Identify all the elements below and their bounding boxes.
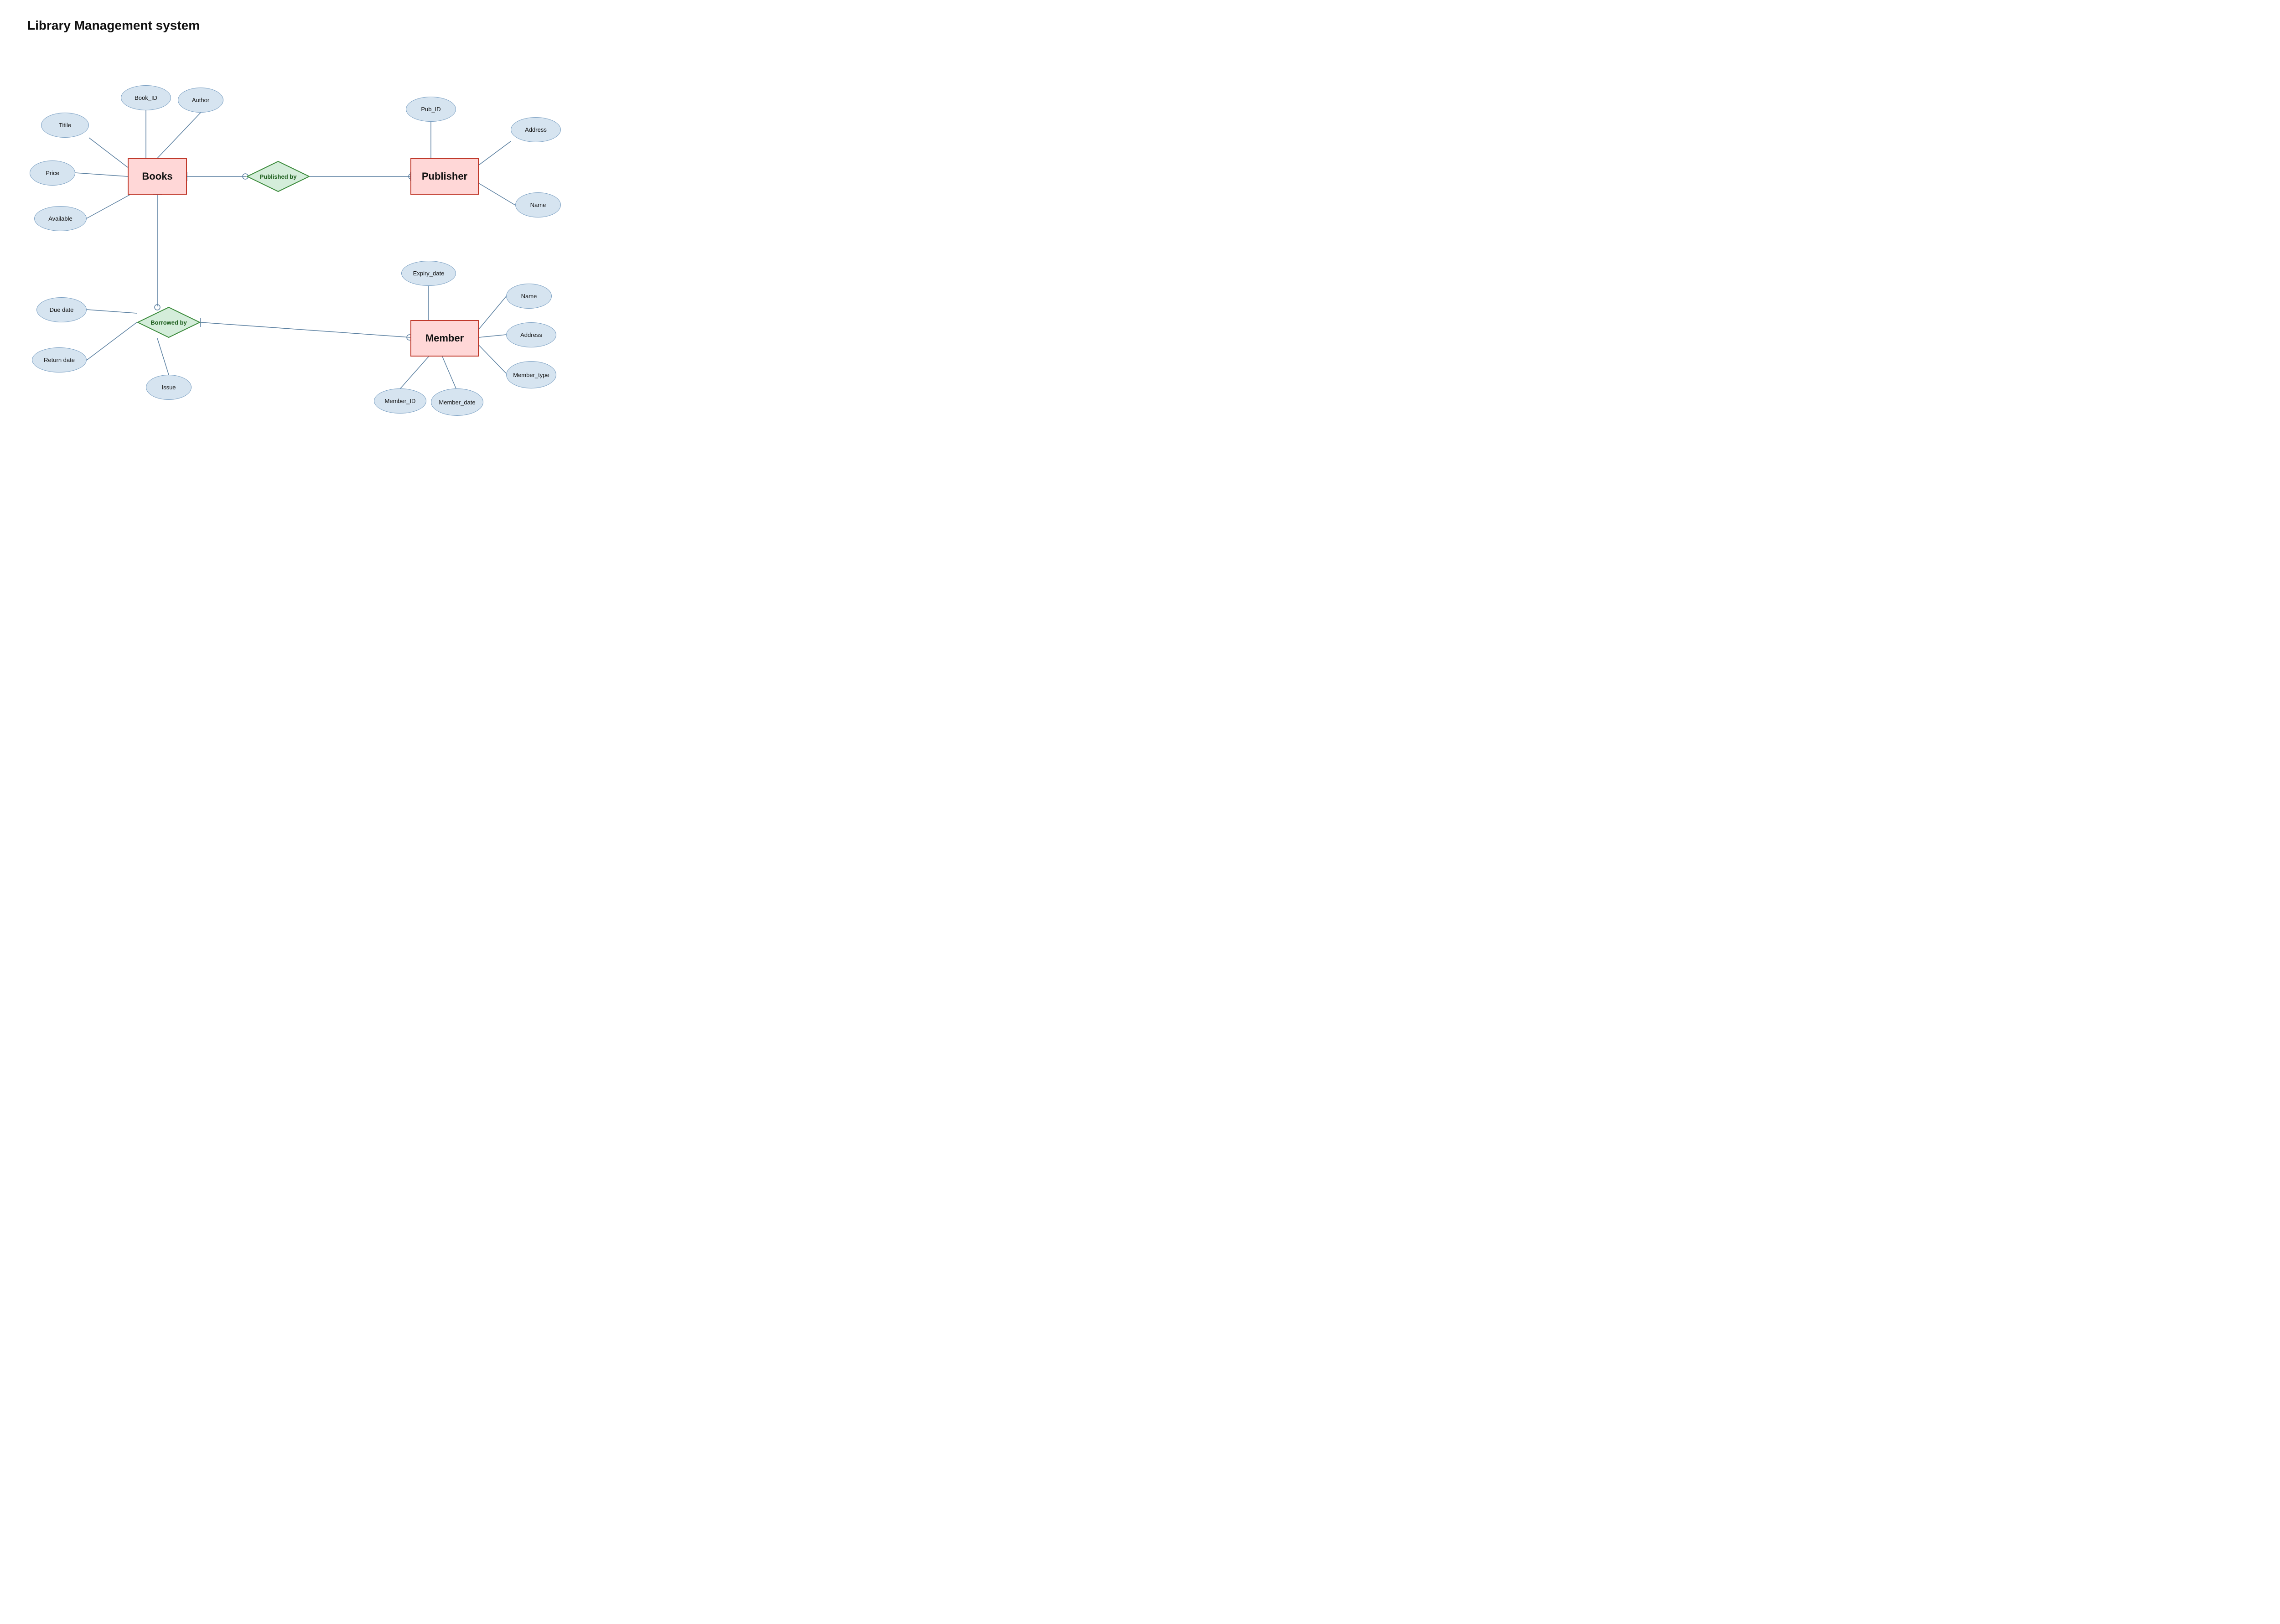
attr-book-id: Book_ID bbox=[121, 85, 171, 110]
attr-name-member-label: Name bbox=[521, 293, 537, 300]
attr-member-id-label: Member_ID bbox=[385, 398, 416, 404]
attr-author: Author bbox=[178, 88, 223, 113]
attr-title: Titile bbox=[41, 113, 89, 138]
entity-member[interactable]: Member bbox=[410, 320, 479, 357]
relationship-published-by-label: Published by bbox=[260, 173, 297, 180]
diagram-svg bbox=[0, 37, 593, 420]
relationship-borrowed-by-label: Borrowed by bbox=[150, 319, 187, 326]
attr-address-member: Address bbox=[506, 322, 556, 347]
attr-pub-id-label: Pub_ID bbox=[421, 106, 440, 113]
attr-title-label: Titile bbox=[59, 122, 71, 129]
attr-address-publisher: Address bbox=[511, 117, 561, 142]
attr-issue-label: Issue bbox=[161, 384, 176, 391]
attr-issue: Issue bbox=[146, 375, 192, 400]
attr-member-date: Member_date bbox=[431, 388, 483, 416]
attr-name-publisher-label: Name bbox=[530, 202, 546, 208]
attr-member-id: Member_ID bbox=[374, 388, 426, 414]
attr-price-label: Price bbox=[46, 170, 59, 176]
attr-price: Price bbox=[30, 160, 75, 186]
attr-book-id-label: Book_ID bbox=[135, 94, 157, 101]
entity-books[interactable]: Books bbox=[128, 158, 187, 195]
attr-due-date: Due date bbox=[36, 297, 87, 322]
attr-member-type-label: Member_type bbox=[513, 372, 549, 378]
attr-address-member-label: Address bbox=[520, 331, 542, 338]
attr-expiry-date-label: Expiry_date bbox=[413, 270, 445, 277]
entity-books-label: Books bbox=[142, 171, 172, 182]
entity-publisher[interactable]: Publisher bbox=[410, 158, 479, 195]
page-title: Library Management system bbox=[0, 0, 593, 33]
diagram-container: Books Publisher Member Published by Borr… bbox=[0, 37, 593, 420]
attr-return-date: Return date bbox=[32, 347, 87, 372]
attr-member-date-label: Member_date bbox=[439, 399, 475, 406]
entity-member-label: Member bbox=[425, 332, 464, 344]
attr-available-label: Available bbox=[48, 215, 73, 222]
attr-available: Available bbox=[34, 206, 87, 231]
attr-address-publisher-label: Address bbox=[525, 126, 547, 133]
attr-pub-id: Pub_ID bbox=[406, 97, 456, 122]
attr-return-date-label: Return date bbox=[44, 357, 75, 363]
attr-member-type: Member_type bbox=[506, 361, 556, 388]
relationship-borrowed-by[interactable]: Borrowed by bbox=[137, 306, 201, 338]
entity-publisher-label: Publisher bbox=[422, 171, 467, 182]
attr-name-publisher: Name bbox=[515, 192, 561, 217]
attr-expiry-date: Expiry_date bbox=[401, 261, 456, 286]
relationship-published-by[interactable]: Published by bbox=[246, 160, 310, 192]
attr-due-date-label: Due date bbox=[50, 306, 74, 313]
attr-author-label: Author bbox=[192, 97, 209, 103]
attr-name-member: Name bbox=[506, 284, 552, 309]
